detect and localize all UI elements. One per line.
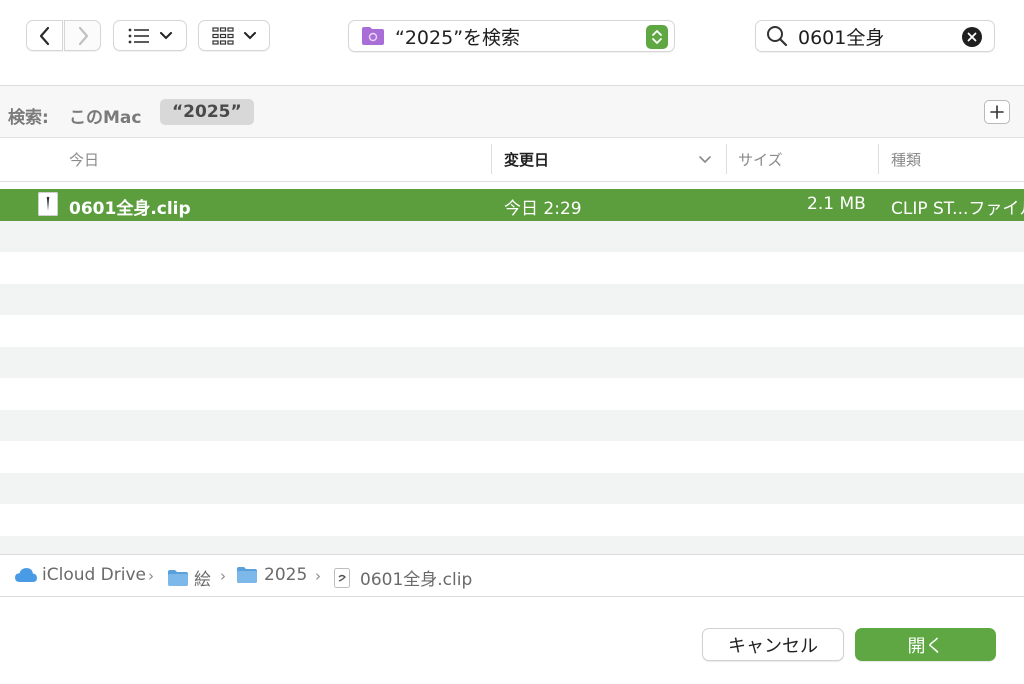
column-name[interactable]: 今日 bbox=[69, 149, 99, 170]
forward-button[interactable] bbox=[64, 20, 101, 51]
path-item-label: iCloud Drive bbox=[42, 565, 147, 585]
list-view-icon bbox=[128, 28, 149, 43]
location-label: “2025”を検索 bbox=[395, 26, 521, 49]
scope-this-mac[interactable]: このMac bbox=[69, 103, 141, 128]
clear-search-button[interactable] bbox=[962, 27, 982, 47]
folder-icon bbox=[168, 569, 188, 586]
column-kind[interactable]: 種類 bbox=[891, 149, 921, 170]
file-name: 0601全身.clip bbox=[69, 199, 191, 219]
stepper-icon bbox=[652, 30, 662, 44]
open-button[interactable]: 開く bbox=[855, 628, 996, 661]
file-icon bbox=[334, 567, 350, 588]
chevron-down-icon bbox=[244, 31, 256, 39]
search-folder-icon bbox=[362, 27, 384, 45]
path-item-file[interactable]: 0601全身.clip bbox=[334, 565, 472, 590]
scope-folder[interactable]: “2025” bbox=[160, 99, 254, 125]
empty-row bbox=[0, 283, 1024, 315]
search-query: 0601全身 bbox=[798, 26, 885, 49]
chevron-down-icon bbox=[699, 156, 711, 164]
empty-row bbox=[0, 315, 1024, 347]
empty-row bbox=[0, 346, 1024, 378]
icloud-icon bbox=[15, 568, 37, 582]
toolbar: “2025”を検索 0601全身 bbox=[0, 0, 1024, 86]
empty-row bbox=[0, 472, 1024, 504]
empty-row bbox=[0, 535, 1024, 554]
file-date: 今日 2:29 bbox=[504, 199, 582, 219]
file-size: 2.1 MB bbox=[807, 194, 866, 214]
chevron-right-icon: › bbox=[315, 567, 321, 585]
path-item-e[interactable]: 絵 bbox=[167, 565, 211, 590]
empty-row bbox=[0, 220, 1024, 252]
empty-row bbox=[0, 252, 1024, 284]
back-button[interactable] bbox=[26, 20, 63, 51]
empty-row bbox=[0, 409, 1024, 441]
folder-icon bbox=[237, 567, 257, 583]
chevron-right-icon bbox=[78, 26, 88, 45]
chevron-left-icon bbox=[39, 26, 49, 45]
grid-view-button[interactable] bbox=[198, 20, 270, 51]
grid-view-icon bbox=[212, 26, 234, 45]
empty-row bbox=[0, 378, 1024, 410]
path-item-2025[interactable]: 2025 bbox=[236, 565, 307, 585]
column-header: 今日 変更日 サイズ 種類 bbox=[0, 138, 1024, 182]
search-icon bbox=[767, 26, 788, 47]
plus-icon bbox=[990, 105, 1004, 119]
scope-label: 検索: bbox=[8, 108, 49, 128]
location-popup[interactable]: “2025”を検索 bbox=[348, 20, 675, 52]
file-kind: CLIP ST...ファイル bbox=[891, 199, 1024, 219]
table-row[interactable]: 0601全身.clip 今日 2:29 2.1 MB CLIP ST...ファイ… bbox=[0, 189, 1024, 221]
list-view-button[interactable] bbox=[113, 20, 187, 51]
column-size[interactable]: サイズ bbox=[738, 149, 783, 170]
dialog-footer: キャンセル 開く bbox=[0, 597, 1024, 684]
column-divider[interactable] bbox=[726, 144, 727, 174]
cancel-button[interactable]: キャンセル bbox=[702, 628, 844, 661]
search-scope-bar: 検索: このMac “2025” bbox=[0, 86, 1024, 138]
file-icon bbox=[38, 192, 58, 216]
path-item-label: 絵 bbox=[194, 570, 211, 590]
path-item-label: 0601全身.clip bbox=[360, 570, 473, 590]
path-bar: iCloud Drive › 絵 › 2025 › 0601全身.clip bbox=[0, 554, 1024, 597]
path-item-label: 2025 bbox=[264, 565, 308, 585]
path-item-icloud[interactable]: iCloud Drive bbox=[14, 565, 146, 585]
column-divider[interactable] bbox=[491, 144, 492, 174]
chevron-right-icon: › bbox=[220, 567, 226, 585]
clear-icon bbox=[967, 32, 977, 42]
search-input[interactable]: 0601全身 bbox=[755, 20, 995, 52]
file-list: 0601全身.clip 今日 2:29 2.1 MB CLIP ST...ファイ… bbox=[0, 189, 1024, 554]
add-criteria-button[interactable] bbox=[984, 100, 1010, 124]
empty-row bbox=[0, 504, 1024, 536]
chevron-down-icon bbox=[160, 31, 172, 39]
column-date-modified[interactable]: 変更日 bbox=[504, 149, 549, 170]
location-stepper[interactable] bbox=[646, 25, 668, 49]
chevron-right-icon: › bbox=[148, 567, 154, 585]
column-divider[interactable] bbox=[878, 144, 879, 174]
empty-row bbox=[0, 441, 1024, 473]
